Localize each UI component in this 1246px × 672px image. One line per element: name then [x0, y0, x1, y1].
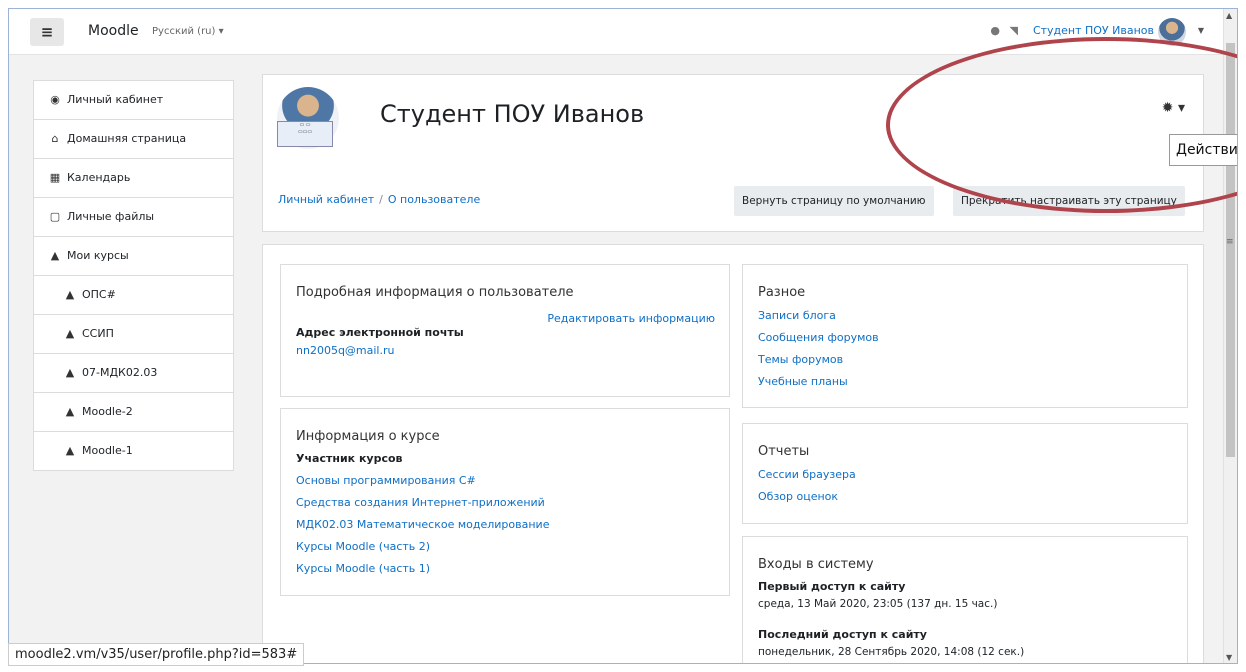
section-title: Информация о курсе: [296, 429, 440, 444]
forum-discussions-link[interactable]: Темы форумов: [758, 353, 1172, 366]
graduation-cap-icon: ▲: [65, 405, 75, 418]
user-menu-area: ● ◥ Студент ПОУ Иванов ▼: [948, 18, 1208, 46]
reset-page-button[interactable]: Вернуть страницу по умолчанию: [734, 186, 934, 216]
course-participant-label: Участник курсов: [296, 452, 403, 465]
user-details-section: Подробная информация о пользователе Реда…: [280, 264, 730, 397]
learning-plans-link[interactable]: Учебные планы: [758, 375, 1172, 388]
reports-section: Отчеты Сессии браузера Обзор оценок: [742, 423, 1188, 524]
scroll-grip-icon: ≡: [1226, 237, 1234, 247]
grades-overview-link[interactable]: Обзор оценок: [758, 490, 1172, 503]
drawer-item-label: 07-МДК02.03: [82, 366, 158, 379]
graduation-cap-icon: ▲: [65, 444, 75, 457]
drawer-item-label: Календарь: [67, 171, 131, 184]
page-header-card: ▭ ▭ ▭▭▭ Студент ПОУ Иванов ✹ ▾ Личный каб…: [262, 74, 1204, 232]
blog-entries-link[interactable]: Записи блога: [758, 309, 1172, 322]
page-title: Студент ПОУ Иванов: [380, 100, 645, 128]
misc-section: Разное Записи блога Сообщения форумов Те…: [742, 264, 1188, 408]
user-menu-name[interactable]: Студент ПОУ Иванов: [1033, 24, 1154, 37]
login-activity-section: Входы в систему Первый доступ к сайту ср…: [742, 536, 1188, 663]
drawer-item-course[interactable]: ▲ Moodle-2: [34, 393, 233, 432]
drawer-item-course[interactable]: ▲ ОПС#: [34, 276, 233, 315]
course-link[interactable]: Курсы Moodle (часть 1): [296, 562, 714, 575]
page-scrollbar[interactable]: ▲ ≡ ▼: [1223, 9, 1237, 663]
breadcrumb-separator: /: [379, 193, 383, 206]
breadcrumb-dashboard[interactable]: Личный кабинет: [278, 193, 374, 206]
drawer-item-label: ОПС#: [82, 288, 116, 301]
drawer-item-label: ССИП: [82, 327, 114, 340]
drawer-item-calendar[interactable]: ▦ Календарь: [34, 159, 233, 198]
course-link[interactable]: Средства создания Интернет-приложений: [296, 496, 714, 509]
email-label: Адрес электронной почты: [296, 326, 464, 339]
graduation-cap-icon: ▲: [65, 366, 75, 379]
profile-picture: ▭ ▭ ▭▭▭: [277, 87, 339, 149]
home-icon: ⌂: [51, 132, 59, 145]
status-bar-url: moodle2.vm/v35/user/profile.php?id=583#: [8, 643, 305, 666]
drawer-item-label: Личные файлы: [67, 210, 155, 223]
edit-profile-link[interactable]: Редактировать информацию: [547, 312, 715, 325]
actions-tooltip: Действия: [1169, 134, 1237, 166]
breadcrumb-profile[interactable]: О пользователе: [388, 193, 480, 206]
profile-content: Подробная информация о пользователе Реда…: [262, 244, 1204, 663]
stop-customising-button[interactable]: Прекратить настраивать эту страницу: [953, 186, 1185, 216]
drawer-item-dashboard[interactable]: ◉ Личный кабинет: [34, 81, 233, 120]
drawer-item-label: Moodle-1: [82, 444, 133, 457]
language-menu[interactable]: Русский (ru) ▾: [152, 26, 224, 37]
drawer-item-my-courses[interactable]: ▲ Мои курсы: [34, 237, 233, 276]
drawer-item-files[interactable]: ▢ Личные файлы: [34, 198, 233, 237]
file-icon: ▢: [49, 210, 61, 223]
drawer-item-course[interactable]: ▲ ССИП: [34, 315, 233, 354]
graduation-cap-icon: ▲: [65, 288, 75, 301]
breadcrumb: Личный кабинет / О пользователе: [278, 193, 480, 206]
graduation-cap-icon: ▲: [50, 249, 60, 262]
browser-viewport: ≡ Moodle Русский (ru) ▾ ● ◥ Студент ПОУ …: [8, 8, 1238, 664]
scrollbar-thumb[interactable]: [1226, 43, 1235, 457]
drawer-item-label: Moodle-2: [82, 405, 133, 418]
section-title: Подробная информация о пользователе: [296, 285, 574, 300]
course-link[interactable]: МДК02.03 Математическое моделирование: [296, 518, 714, 531]
avatar[interactable]: [1158, 18, 1186, 46]
top-navbar: ≡ Moodle Русский (ru) ▾ ● ◥ Студент ПОУ …: [9, 9, 1224, 55]
scroll-up-icon[interactable]: ▲: [1226, 11, 1232, 20]
calendar-icon: ▦: [49, 171, 61, 184]
drawer-item-course[interactable]: ▲ 07-МДК02.03: [34, 354, 233, 393]
last-access-label: Последний доступ к сайту: [758, 628, 927, 641]
graduation-cap-icon: ▲: [65, 327, 75, 340]
dashboard-icon: ◉: [50, 93, 60, 106]
section-title: Отчеты: [758, 444, 810, 459]
section-title: Разное: [758, 285, 806, 300]
first-access-value: среда, 13 Май 2020, 23:05 (137 дн. 15 ча…: [758, 598, 998, 610]
gear-icon[interactable]: ✹ ▾: [1162, 100, 1185, 116]
hamburger-icon[interactable]: ≡: [30, 18, 64, 46]
scroll-down-icon[interactable]: ▼: [1226, 653, 1232, 662]
course-link[interactable]: Курсы Moodle (часть 2): [296, 540, 714, 553]
chevron-down-icon[interactable]: ▼: [1198, 26, 1204, 35]
drawer-item-home[interactable]: ⌂ Домашняя страница: [34, 120, 233, 159]
last-access-value: понедельник, 28 Сентябрь 2020, 14:08 (12…: [758, 646, 1025, 658]
first-access-label: Первый доступ к сайту: [758, 580, 906, 593]
nav-drawer: ◉ Личный кабинет ⌂ Домашняя страница ▦ Кале…: [33, 80, 234, 471]
message-icon[interactable]: ◥: [1010, 24, 1018, 37]
drawer-item-course[interactable]: ▲ Moodle-1: [34, 432, 233, 470]
course-details-section: Информация о курсе Участник курсов Основ…: [280, 408, 730, 596]
drawer-item-label: Домашняя страница: [67, 132, 187, 145]
course-link[interactable]: Основы программирования С#: [296, 474, 714, 487]
profile-picture-dialog-graphic: ▭ ▭ ▭▭▭: [277, 121, 333, 147]
drawer-item-label: Личный кабинет: [67, 93, 164, 106]
site-brand[interactable]: Moodle: [88, 23, 139, 39]
drawer-item-label: Мои курсы: [67, 249, 129, 262]
browser-sessions-link[interactable]: Сессии браузера: [758, 468, 1172, 481]
email-value[interactable]: nn2005q@mail.ru: [296, 344, 714, 357]
bell-icon[interactable]: ●: [990, 24, 1000, 37]
section-title: Входы в систему: [758, 557, 874, 572]
forum-posts-link[interactable]: Сообщения форумов: [758, 331, 1172, 344]
